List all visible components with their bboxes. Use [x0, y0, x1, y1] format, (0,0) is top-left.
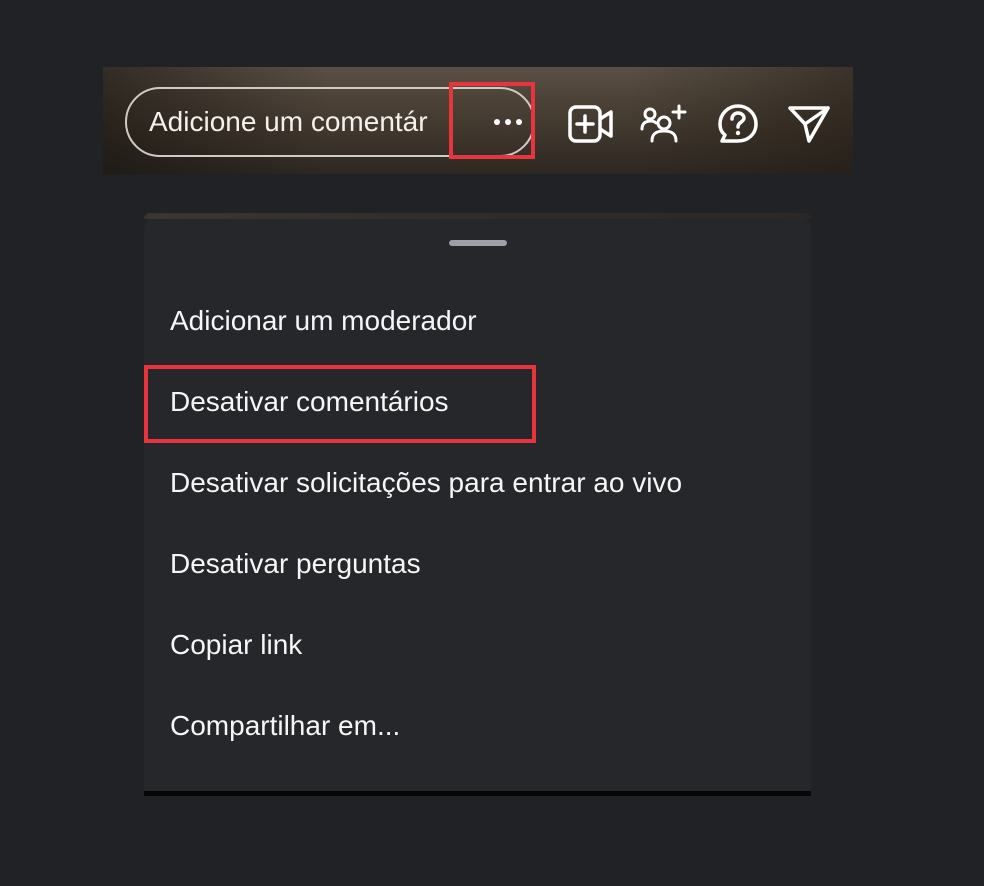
video-add-icon — [568, 105, 613, 143]
menu-item-share[interactable]: Compartilhar em... — [170, 706, 400, 746]
send-icon — [788, 106, 830, 143]
comment-input[interactable]: Adicione um comentár — [125, 87, 535, 157]
menu-item-disable-questions[interactable]: Desativar perguntas — [170, 544, 421, 584]
screen: Adicione um comentár Adicionar um modera… — [0, 0, 984, 886]
send-button[interactable] — [785, 103, 833, 145]
menu-item-add-moderator[interactable]: Adicionar um moderador — [170, 301, 477, 341]
add-people-button[interactable] — [638, 103, 690, 145]
menu-item-disable-live-requests[interactable]: Desativar solicitações para entrar ao vi… — [170, 463, 682, 503]
more-options-button[interactable] — [479, 89, 537, 155]
live-comment-bar: Adicione um comentár — [103, 67, 853, 174]
comment-placeholder: Adicione um comentár — [149, 106, 428, 137]
sheet-edge — [144, 213, 811, 219]
add-people-icon — [640, 104, 687, 143]
menu-item-copy-link[interactable]: Copiar link — [170, 625, 302, 665]
questions-button[interactable] — [714, 103, 762, 145]
options-bottom-sheet: Adicionar um moderador Desativar comentá… — [144, 213, 811, 796]
drag-handle[interactable] — [449, 240, 507, 246]
question-icon — [718, 104, 758, 143]
more-dots-icon — [494, 119, 522, 125]
menu-item-disable-comments[interactable]: Desativar comentários — [170, 382, 449, 422]
add-video-button[interactable] — [567, 103, 615, 145]
